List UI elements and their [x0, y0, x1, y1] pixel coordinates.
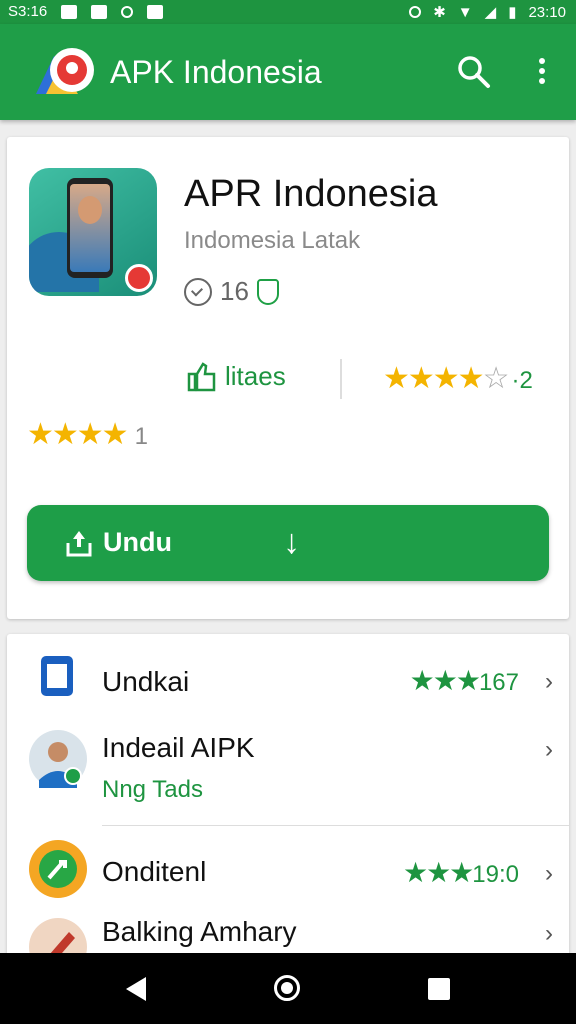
- list-item-title: Undkai: [102, 666, 190, 697]
- sync-notification-icon: [121, 5, 134, 18]
- download-label: Undu: [103, 527, 172, 557]
- shield-icon: [256, 278, 279, 305]
- likes-button[interactable]: litaes: [187, 361, 286, 392]
- app-name: APR Indonesia: [184, 173, 438, 215]
- image-notification-icon: [61, 4, 78, 19]
- list-item-subtitle: Nng Tads: [102, 776, 203, 803]
- likes-label: litaes: [225, 361, 286, 391]
- down-arrow-icon: ↓: [283, 523, 300, 561]
- avatar-icon: [29, 730, 87, 788]
- list-item-count: 167: [478, 669, 519, 696]
- bluetooth-icon: ✱: [433, 4, 446, 21]
- alarm-icon: [409, 6, 422, 18]
- app-icon: [29, 168, 157, 296]
- app-icon-yellow: [29, 840, 87, 898]
- list-item-count: 19:0: [472, 861, 519, 888]
- rating-count: ·2: [511, 367, 533, 394]
- document-icon: [41, 656, 73, 696]
- related-apps-list: Undkai ★★★167 › Indeail AIPK Nng Tads › …: [7, 634, 569, 964]
- list-item-title: Indeail AIPK: [102, 732, 255, 763]
- stars-text: ★★★: [409, 665, 481, 696]
- version-info: 16: [184, 276, 279, 307]
- version-number: 16: [220, 276, 249, 306]
- message-notification-icon: [147, 4, 164, 19]
- chevron-right-icon: ›: [545, 736, 553, 763]
- back-icon[interactable]: [126, 977, 146, 1001]
- status-bar: S3:16 ✱ ▼ ◢ ▮ 23:10: [0, 0, 576, 24]
- list-item-title: Onditenl: [102, 856, 207, 887]
- signal-icon: ◢: [484, 4, 497, 21]
- list-item-title: Balking Amhary: [102, 916, 297, 947]
- wifi-icon: ▼: [457, 3, 473, 21]
- rating-count-secondary: 1: [134, 423, 148, 450]
- status-time-left: S3:16: [8, 3, 48, 20]
- more-options-icon[interactable]: [528, 54, 556, 90]
- list-divider: [102, 825, 569, 826]
- stars-text: ★★★: [402, 857, 474, 888]
- apk-indonesia-logo: [36, 48, 94, 94]
- system-navigation-bar: [0, 953, 576, 1024]
- rating-stars: ★★★★☆ ·2: [383, 362, 533, 395]
- download-button[interactable]: Undu ↓: [27, 505, 549, 581]
- search-icon[interactable]: [456, 54, 492, 90]
- mail-notification-icon: [91, 4, 108, 19]
- app-bar: APK Indonesia: [0, 24, 576, 120]
- list-item[interactable]: Indeail AIPK Nng Tads ›: [7, 730, 569, 826]
- list-item-rating: ★★★19:0: [403, 856, 519, 889]
- list-item-rating: ★★★167: [410, 664, 519, 697]
- download-icon: [66, 531, 92, 557]
- notification-badge-icon: [125, 264, 153, 292]
- thumbs-up-icon: [187, 361, 216, 391]
- developer-name: Indomesia Latak: [184, 227, 361, 254]
- rating-stars-secondary: ★★★★ 1: [27, 418, 148, 451]
- status-time-right: 23:10: [528, 3, 566, 21]
- home-icon[interactable]: [274, 975, 300, 1001]
- battery-icon: ▮: [508, 4, 517, 21]
- chevron-right-icon: ›: [545, 860, 553, 887]
- app-detail-card: APR Indonesia Indomesia Latak 16 litaes …: [7, 137, 569, 619]
- divider: [340, 359, 342, 399]
- list-item[interactable]: Onditenl ★★★19:0 ›: [7, 840, 569, 904]
- chevron-right-icon: ›: [545, 668, 553, 695]
- check-circle-icon: [184, 277, 212, 306]
- list-item[interactable]: Undkai ★★★167 ›: [7, 634, 569, 730]
- recent-apps-icon[interactable]: [428, 978, 450, 1000]
- chevron-right-icon: ›: [545, 920, 553, 947]
- app-title: APK Indonesia: [110, 54, 322, 90]
